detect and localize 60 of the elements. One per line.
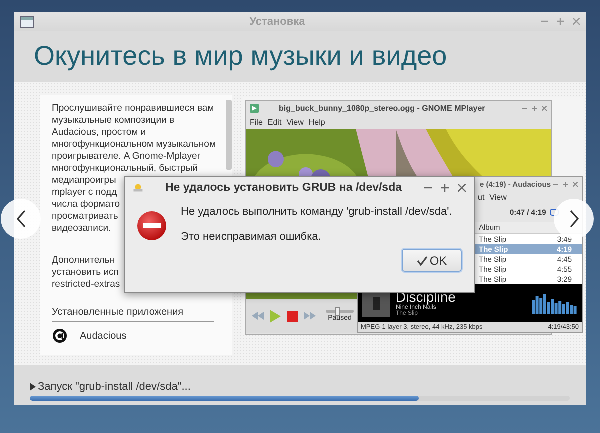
play-icon[interactable] (270, 310, 281, 322)
menu-item[interactable]: ut (478, 192, 485, 202)
description-line: проигрывателе. A Gnome-Mplayer (52, 151, 200, 163)
installer-icon (133, 182, 144, 194)
window-icon (20, 16, 34, 28)
expander-icon[interactable] (30, 383, 36, 391)
window-title: big_buck_bunny_1080p_stereo.ogg - GNOME MPlayer (279, 104, 486, 113)
close-icon[interactable] (573, 182, 578, 186)
minimize-icon[interactable] (522, 106, 527, 111)
menu-item[interactable]: Edit (268, 118, 282, 127)
checkmark-icon (416, 256, 428, 266)
menu-item[interactable]: Help (308, 118, 326, 127)
description-line: Audacious, простом и (52, 127, 146, 139)
description-line: restricted-extras (52, 279, 120, 291)
progress-label: Запуск "grub-install /dev/sda"... (38, 381, 191, 393)
close-icon[interactable] (542, 106, 547, 111)
dialog-title: Не удалось установить GRUB на /dev/sda (165, 182, 402, 194)
close-icon[interactable] (573, 18, 580, 25)
description-line: числа формато (52, 199, 120, 211)
description-line: медиапроигры (52, 175, 116, 187)
previous-slide-button[interactable] (1, 199, 41, 239)
close-icon[interactable] (458, 184, 466, 192)
menu-item[interactable]: File (250, 118, 263, 127)
installed-heading: Установленные приложения (52, 307, 214, 322)
description-line: mplayer с подд (52, 187, 118, 199)
description-line: Дополнительн (52, 255, 116, 267)
visualizer-drawing (532, 292, 578, 314)
menu-item[interactable]: View (490, 192, 507, 202)
description-line: видеозаписи. (52, 223, 112, 235)
audacious-icon (52, 328, 68, 344)
scrollbar[interactable] (226, 100, 232, 170)
chevron-left-icon (16, 210, 26, 228)
description-line: многофункциональном музыкальном (52, 139, 216, 151)
previous-icon[interactable] (252, 312, 264, 320)
app-name: Audacious (80, 330, 127, 342)
error-icon (137, 211, 167, 241)
app-icon (250, 104, 259, 113)
description-line: музыкальные композиции в (52, 115, 175, 127)
description-line: просматривать (52, 211, 118, 223)
slide-heading: Окунитесь в мир музыки и видео (34, 41, 448, 72)
maximize-icon[interactable] (441, 184, 449, 192)
error-detail: Это неисправимая ошибка. (181, 231, 322, 243)
slider-thumb[interactable] (335, 307, 340, 316)
description-line: Прослушивайте понравившиеся вам (52, 103, 214, 115)
chevron-right-icon (570, 210, 578, 228)
stop-icon[interactable] (287, 310, 298, 322)
seek-slider[interactable] (326, 310, 354, 313)
ok-button[interactable]: OK (402, 249, 462, 272)
maximize-icon[interactable] (557, 18, 564, 25)
error-message: Не удалось выполнить команду 'grub-install /dev/sda'. (181, 206, 452, 218)
window-title: Установка (248, 16, 306, 28)
description-line: многофункциональный, быстрый (52, 163, 198, 175)
track-title: Discipline (396, 290, 456, 304)
description-line: установить исп (52, 267, 119, 279)
maximize-icon[interactable] (563, 182, 568, 186)
next-icon[interactable] (304, 312, 316, 320)
minimize-icon[interactable] (553, 182, 558, 186)
maximize-icon[interactable] (532, 106, 537, 111)
minimize-icon[interactable] (541, 18, 548, 25)
menu-item[interactable]: View (286, 118, 304, 127)
